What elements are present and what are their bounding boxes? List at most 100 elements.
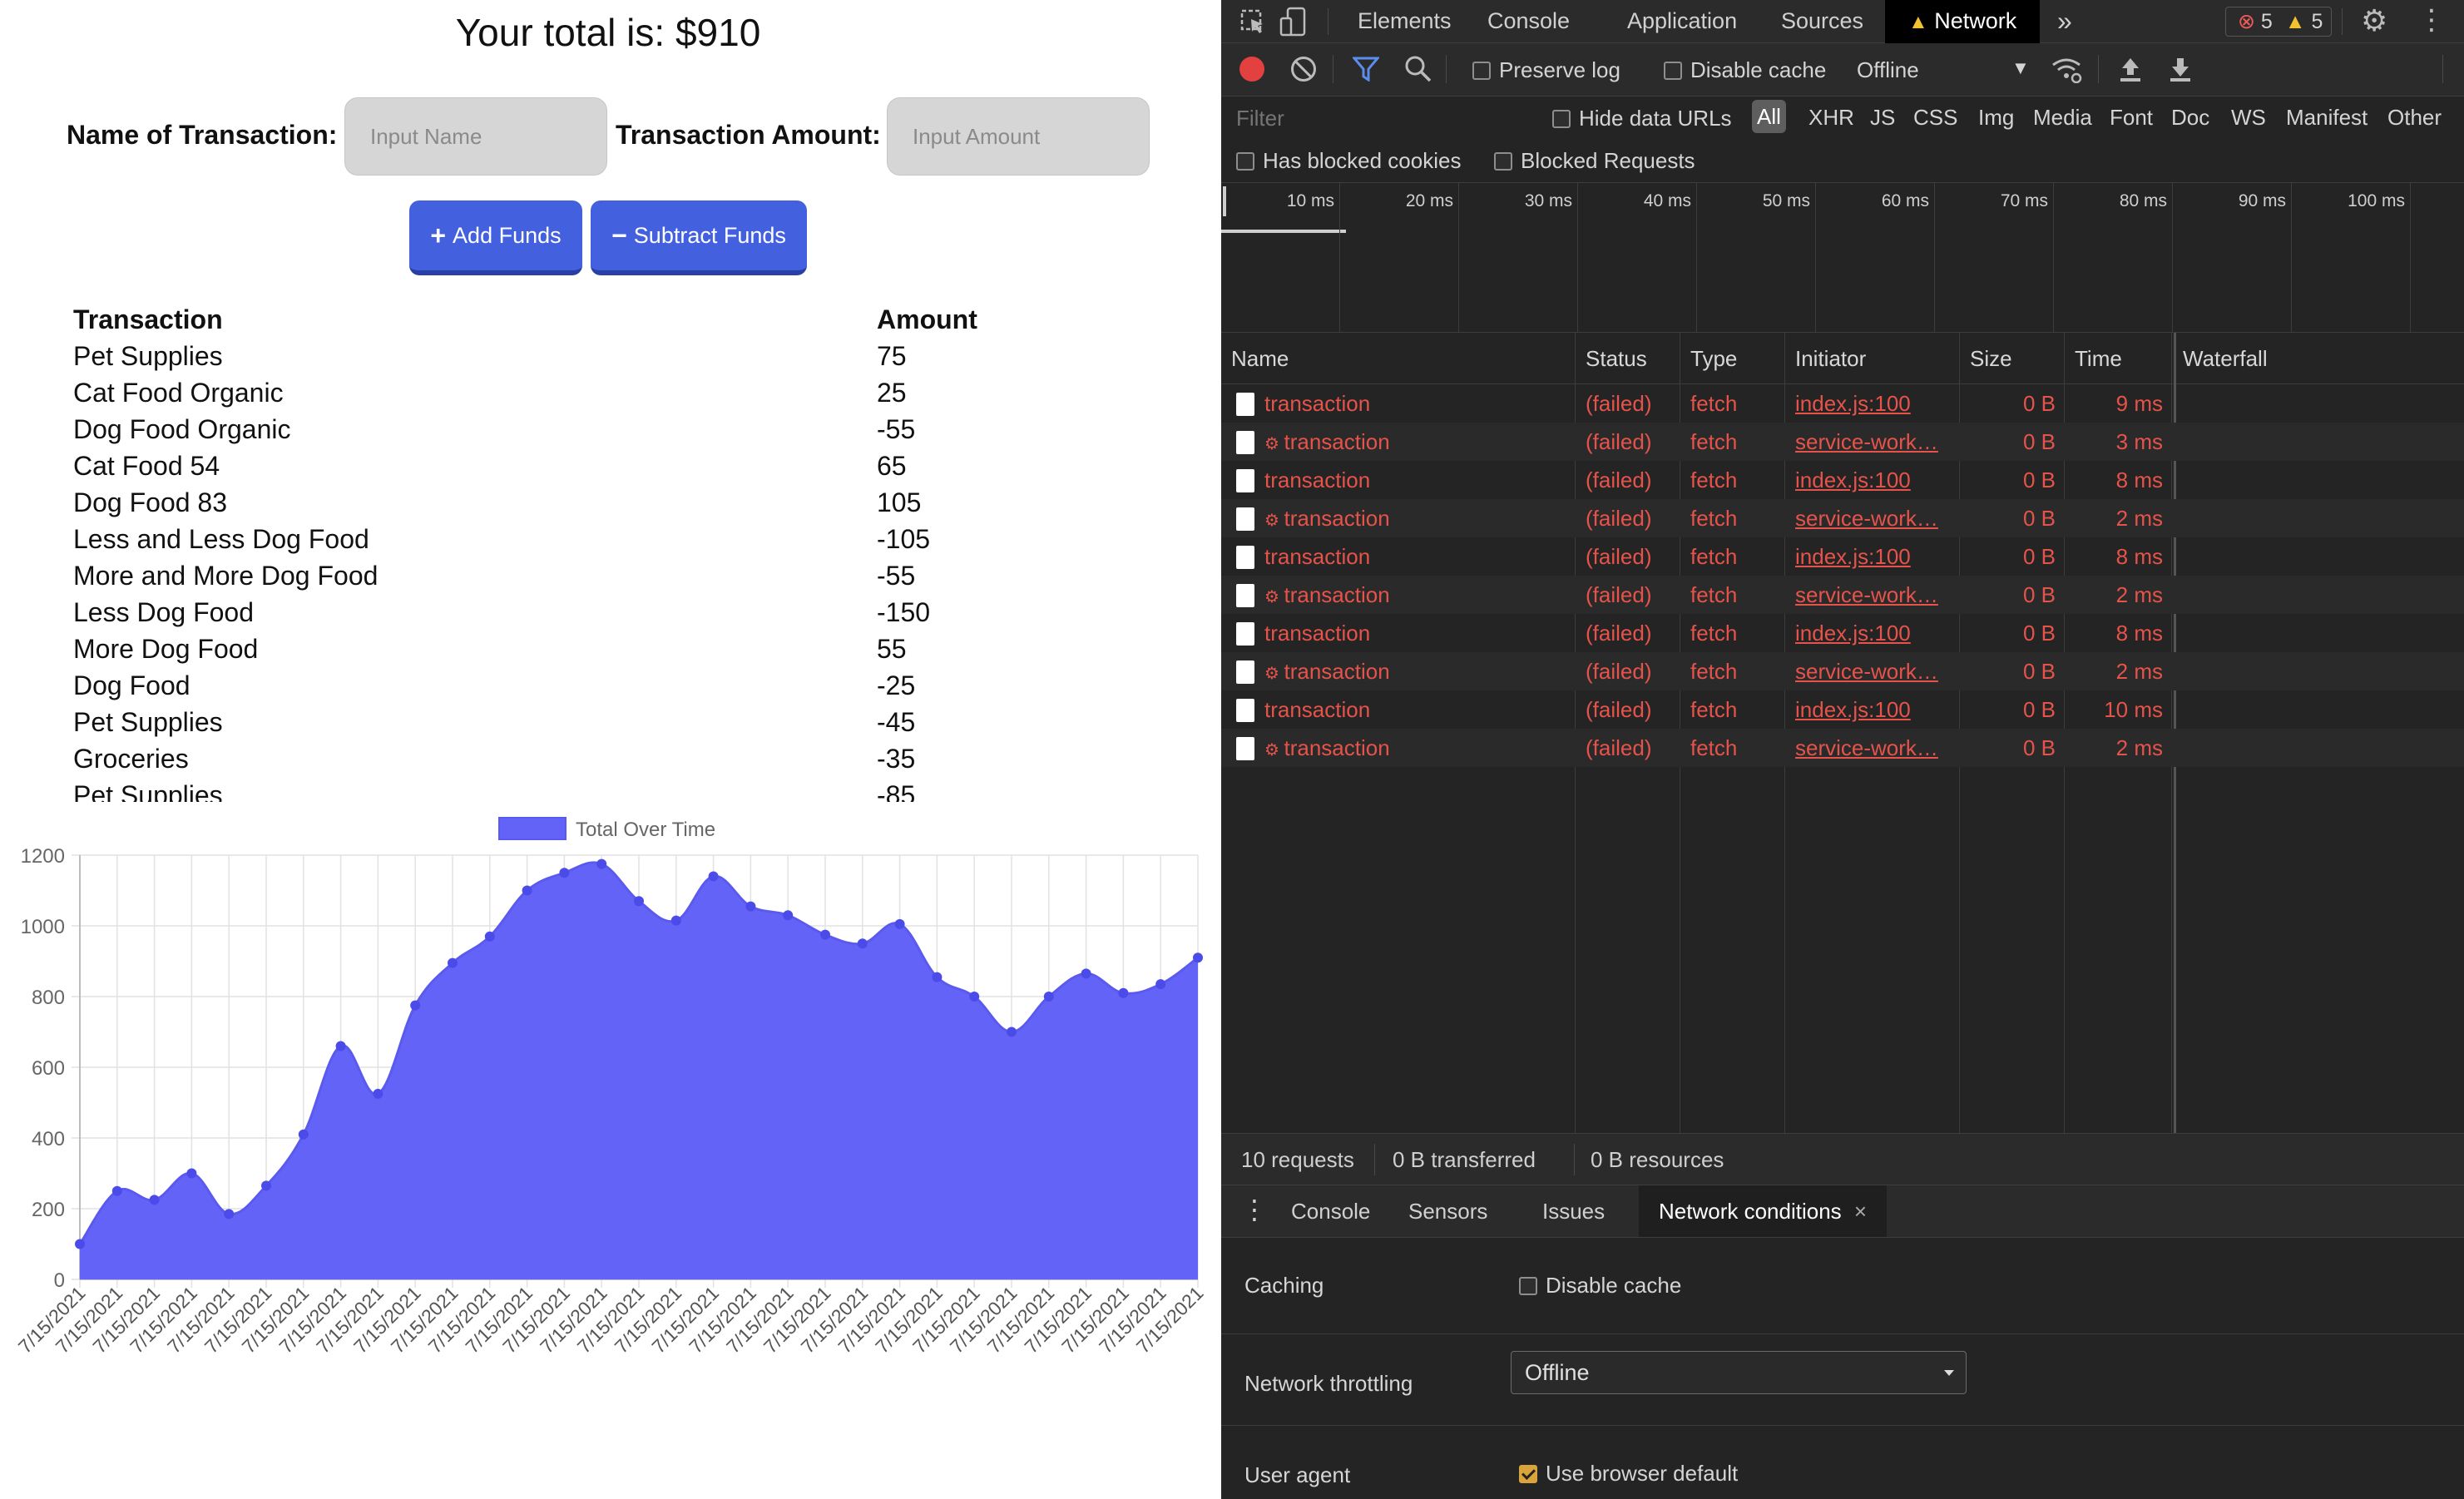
col-status[interactable]: Status — [1586, 346, 1647, 372]
overview-handle[interactable] — [1223, 186, 1226, 216]
request-initiator[interactable]: index.js:100 — [1795, 697, 1911, 723]
col-type[interactable]: Type — [1690, 346, 1737, 372]
name-input[interactable] — [344, 97, 607, 176]
request-row[interactable]: transaction (failed) fetch index.js:100 0 B 8… — [1221, 461, 2464, 499]
preserve-log-checkbox[interactable]: Preserve log — [1472, 57, 1620, 83]
filter-icon[interactable] — [1353, 57, 1379, 82]
request-initiator[interactable]: index.js:100 — [1795, 468, 1911, 493]
settings-gear-icon[interactable]: ⚙ — [2361, 3, 2387, 38]
filter-type-other[interactable]: Other — [2387, 105, 2442, 131]
use-browser-default-checkbox[interactable]: Use browser default — [1519, 1461, 1738, 1487]
table-row: Cat Food Organic 25 — [73, 374, 1155, 411]
request-initiator[interactable]: service-work… — [1795, 659, 1938, 685]
request-size: 0 B — [2022, 544, 2056, 569]
filter-type-css[interactable]: CSS — [1913, 105, 1957, 131]
issues-counter[interactable]: ⊗ 5 ▲ 5 — [2225, 7, 2332, 37]
tab-console[interactable]: Console — [1487, 0, 1570, 43]
col-name[interactable]: Name — [1231, 346, 1289, 372]
transferred-size: 0 B transferred — [1393, 1147, 1536, 1172]
wifi-settings-icon[interactable] — [2050, 55, 2083, 83]
col-initiator[interactable]: Initiator — [1795, 346, 1866, 372]
conditions-disable-cache-checkbox[interactable]: Disable cache — [1519, 1273, 1681, 1299]
col-waterfall[interactable]: Waterfall — [2183, 346, 2268, 372]
tab-elements[interactable]: Elements — [1358, 0, 1452, 43]
request-row[interactable]: ⚙ transaction (failed) fetch service-work… 0… — [1221, 499, 2464, 537]
import-har-icon[interactable] — [2118, 55, 2143, 83]
throttling-value: Offline — [1857, 57, 1919, 82]
filter-type-xhr[interactable]: XHR — [1808, 105, 1854, 131]
tab-network[interactable]: ▲ Network — [1885, 0, 2041, 43]
request-initiator[interactable]: service-work… — [1795, 735, 1938, 761]
request-row[interactable]: transaction (failed) fetch index.js:100 0 B 8… — [1221, 537, 2464, 576]
timeline-label: 50 ms — [1762, 191, 1810, 210]
drawer-tab-issues[interactable]: Issues — [1542, 1199, 1605, 1224]
transaction-name: Cat Food 54 — [73, 451, 220, 481]
request-row[interactable]: ⚙ transaction (failed) fetch service-work… 0… — [1221, 729, 2464, 767]
request-type: fetch — [1690, 468, 1738, 492]
filter-type-doc[interactable]: Doc — [2171, 105, 2209, 131]
request-initiator[interactable]: service-work… — [1795, 582, 1938, 608]
data-point — [75, 1239, 85, 1249]
request-row[interactable]: ⚙ transaction (failed) fetch service-work… 0… — [1221, 652, 2464, 690]
device-toolbar-icon[interactable] — [1279, 7, 1308, 37]
request-initiator[interactable]: service-work… — [1795, 429, 1938, 455]
clear-icon[interactable] — [1291, 57, 1316, 82]
filter-type-img[interactable]: Img — [1978, 105, 2014, 131]
filter-type-manifest[interactable]: Manifest — [2286, 105, 2368, 131]
more-menu-icon[interactable]: ⋮ — [2417, 2, 2446, 38]
network-overview-timeline[interactable]: 10 ms 20 ms 30 ms 40 ms 50 ms 60 ms 70 ms 80 ms… — [1221, 183, 2464, 333]
drawer-menu-icon[interactable]: ⋮ — [1241, 1194, 1268, 1225]
disable-cache-checkbox[interactable]: Disable cache — [1664, 57, 1826, 83]
request-status: (failed) — [1586, 544, 1652, 569]
request-count: 10 requests — [1241, 1147, 1354, 1172]
transaction-amount: 55 — [877, 634, 907, 664]
export-har-icon[interactable] — [2168, 55, 2193, 83]
has-blocked-cookies-checkbox[interactable]: Has blocked cookies — [1236, 148, 1461, 174]
amount-input[interactable] — [887, 97, 1150, 176]
request-initiator[interactable]: index.js:100 — [1795, 544, 1911, 570]
request-size: 0 B — [2022, 391, 2056, 416]
request-row[interactable]: ⚙ transaction (failed) fetch service-work… 0… — [1221, 576, 2464, 614]
filter-type-ws[interactable]: WS — [2231, 105, 2266, 131]
filter-type-js[interactable]: JS — [1870, 105, 1895, 131]
service-worker-gear-icon: ⚙ — [1264, 435, 1284, 453]
data-point — [1007, 1027, 1017, 1037]
record-icon[interactable] — [1239, 57, 1264, 82]
col-size[interactable]: Size — [1970, 346, 2012, 372]
data-point — [149, 1195, 160, 1205]
network-status-bar: 10 requests 0 B transferred 0 B resource… — [1221, 1133, 2464, 1185]
request-initiator[interactable]: service-work… — [1795, 506, 1938, 532]
request-row[interactable]: transaction (failed) fetch index.js:100 0 B 8… — [1221, 614, 2464, 652]
col-time[interactable]: Time — [2075, 346, 2122, 372]
drawer-tab-console[interactable]: Console — [1291, 1199, 1370, 1224]
request-initiator[interactable]: index.js:100 — [1795, 391, 1911, 417]
search-icon[interactable] — [1404, 55, 1432, 83]
drawer-tab-network-conditions[interactable]: Network conditions × — [1639, 1185, 1888, 1237]
request-row[interactable]: transaction (failed) fetch index.js:100 0 B 1… — [1221, 690, 2464, 729]
data-point — [410, 1000, 421, 1011]
blocked-requests-checkbox[interactable]: Blocked Requests — [1494, 148, 1695, 174]
tab-application[interactable]: Application — [1627, 0, 1737, 43]
request-initiator[interactable]: index.js:100 — [1795, 621, 1911, 646]
conditions-throttling-select[interactable]: Offline — [1511, 1351, 1967, 1394]
request-status: (failed) — [1586, 582, 1652, 607]
close-icon[interactable]: × — [1854, 1199, 1867, 1224]
filter-type-media[interactable]: Media — [2033, 105, 2092, 131]
request-row[interactable]: ⚙ transaction (failed) fetch service-work… 0… — [1221, 423, 2464, 461]
more-tabs-icon[interactable]: » — [2057, 0, 2072, 43]
filter-input[interactable] — [1233, 101, 1531, 135]
filter-type-font[interactable]: Font — [2110, 105, 2153, 131]
hide-data-urls-checkbox[interactable]: Hide data URLs — [1552, 106, 1732, 131]
throttling-select[interactable]: Offline ▼ — [1857, 57, 2030, 83]
subtract-funds-button[interactable]: − Subtract Funds — [591, 200, 807, 275]
tab-sources[interactable]: Sources — [1781, 0, 1863, 43]
inspect-element-icon[interactable] — [1239, 8, 1266, 35]
transactions-table[interactable]: Transaction Amount Pet Supplies 75 Cat Foo… — [73, 301, 1155, 802]
transaction-name: Pet Supplies — [73, 707, 223, 737]
request-row[interactable]: transaction (failed) fetch index.js:100 0 B 9… — [1221, 384, 2464, 423]
request-size: 0 B — [2022, 735, 2056, 760]
add-funds-button[interactable]: + Add Funds — [409, 200, 582, 275]
total-heading: Your total is: $910 — [455, 11, 761, 54]
drawer-tab-sensors[interactable]: Sensors — [1408, 1199, 1487, 1224]
filter-type-all[interactable]: All — [1752, 100, 1786, 133]
